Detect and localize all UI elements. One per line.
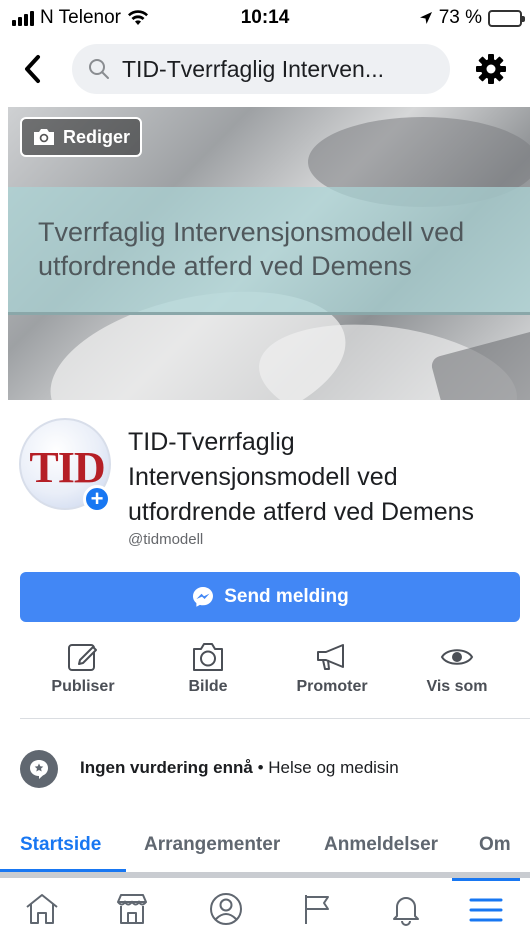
back-button[interactable] xyxy=(18,52,48,86)
gear-icon xyxy=(476,54,506,84)
compose-icon xyxy=(66,638,100,676)
megaphone-icon xyxy=(314,638,350,676)
nav-profile[interactable] xyxy=(200,884,252,934)
view-as-label: Vis som xyxy=(426,678,488,695)
camera-icon xyxy=(34,129,54,145)
chevron-left-icon xyxy=(25,55,40,83)
view-as-button[interactable]: Vis som xyxy=(402,638,512,704)
nav-home[interactable] xyxy=(16,884,68,934)
tab-arrangementer[interactable]: Arrangementer xyxy=(144,822,280,868)
action-row: Publiser Bilde Promoter Vis som xyxy=(0,638,530,704)
tab-anmeldelser[interactable]: Anmeldelser xyxy=(324,822,438,868)
promote-button[interactable]: Promoter xyxy=(277,638,387,704)
settings-button[interactable] xyxy=(474,52,508,86)
profile-icon xyxy=(210,893,242,925)
eye-icon xyxy=(440,638,474,676)
search-icon xyxy=(89,59,109,79)
tab-startside[interactable]: Startside xyxy=(20,822,101,868)
cover-photo[interactable]: Tverrfaglig Intervensjonsmodell ved utfo… xyxy=(8,107,530,400)
page-handle: @tidmodell xyxy=(128,531,204,548)
photo-label: Bilde xyxy=(188,678,228,695)
marketplace-icon xyxy=(117,894,147,924)
plus-icon: + xyxy=(90,486,104,511)
tab-om[interactable]: Om xyxy=(479,822,511,868)
edit-cover-label: Rediger xyxy=(63,126,131,147)
divider xyxy=(20,718,530,719)
review-info[interactable]: Ingen vurdering ennå • Helse og medisin xyxy=(80,758,399,778)
menu-icon xyxy=(469,898,503,922)
add-photo-button[interactable]: + xyxy=(83,485,111,513)
nav-marketplace[interactable] xyxy=(106,884,158,934)
cover-banner-text: Tverrfaglig Intervensjonsmodell ved utfo… xyxy=(38,217,465,281)
category-label: • Helse og medisin xyxy=(252,758,399,777)
location-arrow-icon xyxy=(419,12,432,24)
edit-cover-button[interactable]: Rediger xyxy=(20,117,143,157)
page-title: TID-Tverrfaglig Intervensjonsmodell ved … xyxy=(128,428,475,526)
search-field[interactable]: TID-Tverrfaglig Interven... xyxy=(72,44,450,94)
camera-icon xyxy=(191,638,225,676)
search-text: TID-Tverrfaglig Interven... xyxy=(122,55,385,82)
home-icon xyxy=(26,894,58,924)
top-navigation: TID-Tverrfaglig Interven... xyxy=(0,36,530,102)
publish-button[interactable]: Publiser xyxy=(28,638,138,704)
nav-notifications[interactable] xyxy=(380,884,432,934)
review-status: Ingen vurdering ennå xyxy=(80,758,253,777)
flag-icon xyxy=(305,895,329,924)
battery-percent: 73 % xyxy=(438,7,482,28)
promote-label: Promoter xyxy=(296,678,368,695)
send-message-label: Send melding xyxy=(224,586,349,607)
send-message-button[interactable]: Send melding xyxy=(20,572,520,622)
nav-menu[interactable] xyxy=(460,884,512,934)
battery-icon xyxy=(488,9,525,27)
bell-icon xyxy=(393,897,419,926)
status-bar: N Telenor 10:14 73 % xyxy=(0,0,530,36)
messenger-icon xyxy=(193,587,214,607)
review-star-icon xyxy=(20,750,58,788)
publish-label: Publiser xyxy=(51,678,115,695)
bottom-navigation xyxy=(0,878,530,935)
photo-button[interactable]: Bilde xyxy=(153,638,263,704)
page-tabs: Startside Arrangementer Anmeldelser Om xyxy=(0,822,530,878)
status-right: 73 % xyxy=(419,7,525,29)
active-nav-indicator xyxy=(452,878,520,881)
nav-pages[interactable] xyxy=(290,884,342,934)
